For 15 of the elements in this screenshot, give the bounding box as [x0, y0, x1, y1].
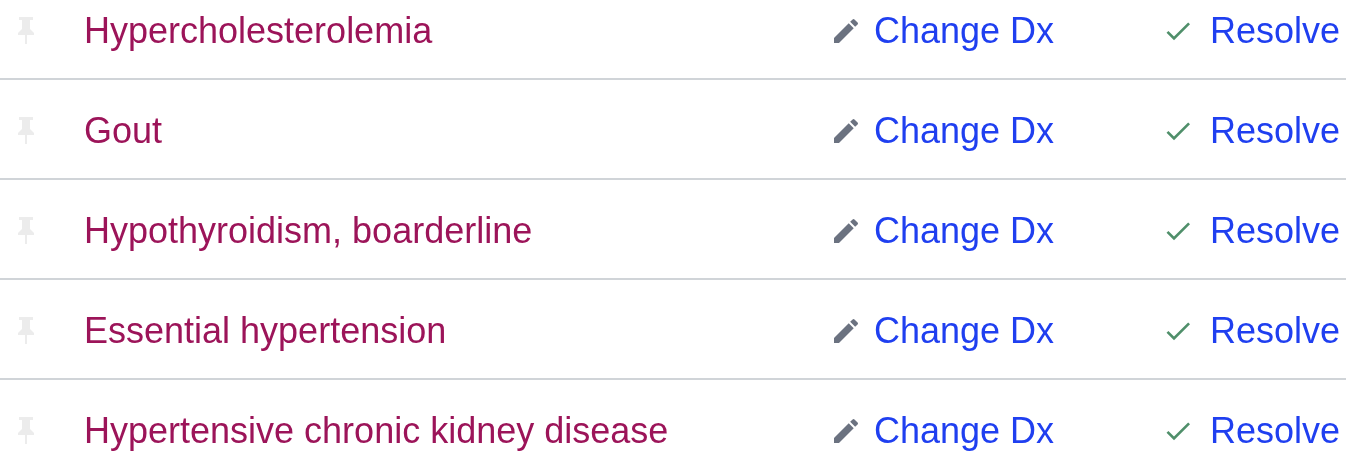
resolve-link[interactable]: Resolve — [1158, 8, 1341, 54]
resolve-link[interactable]: Resolve — [1158, 308, 1341, 354]
change-dx-link[interactable]: Change Dx — [830, 408, 1055, 454]
diagnosis-name: Hypertensive chronic kidney disease — [84, 409, 670, 453]
change-dx-link[interactable]: Change Dx — [830, 308, 1055, 354]
resolve-link[interactable]: Resolve — [1158, 208, 1341, 254]
diagnosis-name: Essential hypertension — [84, 309, 448, 353]
change-dx-link[interactable]: Change Dx — [830, 208, 1055, 254]
diagnosis-name: Hypothyroidism, boarderline — [84, 209, 534, 253]
change-dx-link[interactable]: Change Dx — [830, 8, 1055, 54]
resolve-link[interactable]: Resolve — [1158, 408, 1341, 454]
change-dx-link[interactable]: Change Dx — [830, 108, 1055, 154]
diagnosis-name: Gout — [84, 109, 164, 153]
diagnosis-name: Hypercholesterolemia — [84, 9, 434, 53]
resolve-link[interactable]: Resolve — [1158, 108, 1341, 154]
